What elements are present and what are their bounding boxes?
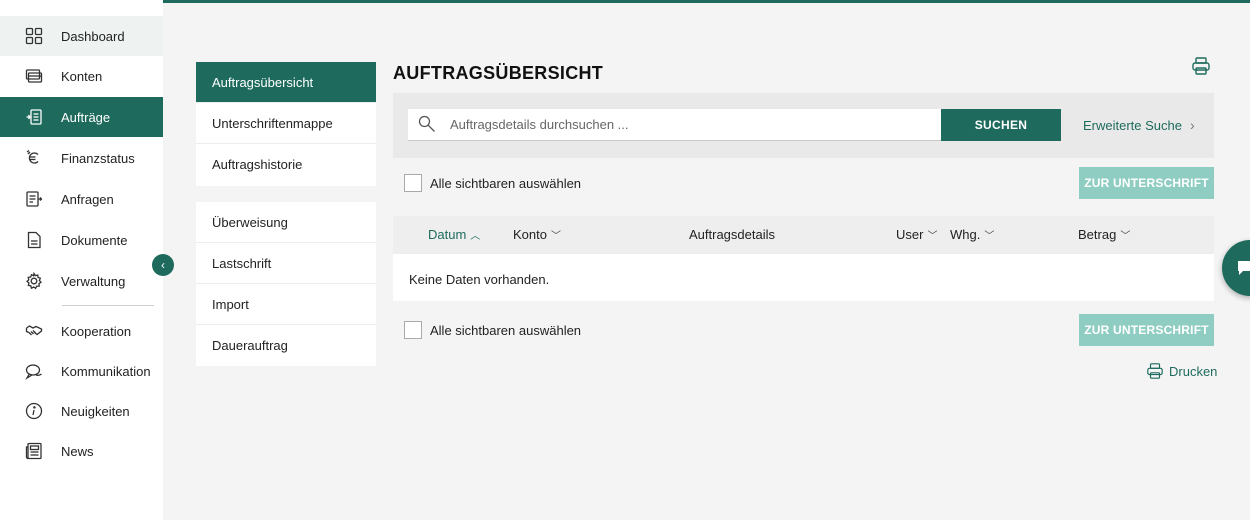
sidebar-item-anfragen[interactable]: Anfragen (0, 179, 163, 219)
column-label: Betrag (1078, 227, 1117, 242)
euro-icon (24, 148, 44, 168)
column-header-konto[interactable]: Konto ﹀ (513, 227, 561, 242)
newspaper-icon (24, 441, 44, 461)
table-header: Datum ︿ Konto ﹀ Auftragsdetails User ﹀ W… (393, 216, 1214, 254)
sidebar-item-dashboard[interactable]: Dashboard (0, 16, 163, 56)
column-label: Whg. (950, 227, 981, 242)
sidebar-item-label: Dokumente (61, 232, 128, 248)
chat-icon (1238, 261, 1250, 275)
chat-button[interactable] (1222, 240, 1250, 296)
sidebar-item-label: Anfragen (61, 191, 114, 207)
chevron-right-icon: › (1190, 117, 1195, 133)
print-label: Drucken (1169, 363, 1218, 379)
cards-icon (24, 66, 44, 86)
sidebar-item-auftraege[interactable]: Aufträge (0, 97, 163, 137)
select-all-label: Alle sichtbaren auswählen (430, 322, 582, 338)
column-label: Konto (513, 227, 547, 242)
subnav-item-ueberweisung[interactable]: Überweisung (196, 202, 376, 243)
select-all-checkbox[interactable] (404, 174, 422, 192)
sidebar-item-label: Neuigkeiten (61, 403, 130, 419)
subnav-item-auftragsuebersicht[interactable]: Auftragsübersicht (196, 62, 376, 103)
column-header-whg[interactable]: Whg. ﹀ (950, 227, 994, 242)
sidebar-item-label: Kooperation (61, 323, 132, 339)
subnav-item-dauerauftrag[interactable]: Dauerauftrag (196, 325, 376, 366)
chevron-down-icon: ﹀ (927, 231, 938, 242)
search-box (408, 109, 941, 141)
column-header-betrag[interactable]: Betrag ﹀ (1078, 227, 1130, 242)
search-input[interactable] (450, 117, 941, 132)
column-label: Auftragsdetails (689, 227, 775, 242)
page-title: AUFTRAGSÜBERSICHT (393, 63, 604, 83)
chevron-down-icon: ﹀ (550, 231, 561, 242)
select-all-top[interactable]: Alle sichtbaren auswählen (404, 174, 581, 192)
select-all-checkbox[interactable] (404, 321, 422, 339)
orders-icon (24, 107, 44, 127)
sidebar-item-konten[interactable]: Konten (0, 56, 163, 96)
document-icon (24, 230, 44, 250)
chat-bubbles-icon (24, 361, 44, 381)
to-signature-button[interactable]: ZUR UNTERSCHRIFT (1079, 167, 1214, 199)
print-link[interactable]: Drucken (1146, 362, 1217, 380)
subnav-item-unterschriftenmappe[interactable]: Unterschriftenmappe (196, 103, 376, 144)
subnav-overview-group: Auftragsübersicht Unterschriftenmappe Au… (196, 62, 376, 186)
advanced-search-link[interactable]: Erweiterte Suche › (1083, 117, 1195, 133)
chevron-down-icon: ﹀ (984, 231, 995, 242)
sidebar-item-finanzstatus[interactable]: Finanzstatus (0, 138, 163, 178)
column-label: Datum (428, 227, 467, 242)
chevron-left-icon: ‹ (161, 258, 165, 272)
search-button[interactable]: SUCHEN (941, 109, 1061, 141)
to-signature-button[interactable]: ZUR UNTERSCHRIFT (1079, 314, 1214, 346)
column-label: User (896, 227, 924, 242)
sidebar-item-label: Kommunikation (61, 363, 151, 379)
select-all-label: Alle sichtbaren auswählen (430, 175, 582, 191)
gear-icon (24, 271, 44, 291)
empty-state-text: Keine Daten vorhanden. (409, 272, 550, 287)
top-accent-line (163, 0, 1250, 3)
column-header-user[interactable]: User ﹀ (896, 227, 937, 242)
grid-icon (24, 26, 44, 46)
search-panel: SUCHEN Erweiterte Suche › (393, 93, 1214, 158)
sidebar-item-neuigkeiten[interactable]: Neuigkeiten (0, 391, 163, 431)
advanced-search-label: Erweiterte Suche (1083, 117, 1182, 133)
printer-icon (1147, 363, 1163, 379)
sidebar-item-label: News (61, 443, 94, 459)
sidebar-item-kommunikation[interactable]: Kommunikation (0, 351, 163, 391)
handshake-icon (24, 321, 44, 341)
sidebar-item-label: Aufträge (61, 109, 111, 125)
request-icon (24, 189, 44, 209)
printer-icon[interactable] (1191, 56, 1211, 76)
sidebar-item-dokumente[interactable]: Dokumente (0, 220, 163, 260)
subnav-create-group: Überweisung Lastschrift Import Dauerauft… (196, 202, 376, 366)
subnav-item-lastschrift[interactable]: Lastschrift (196, 243, 376, 284)
select-all-bottom[interactable]: Alle sichtbaren auswählen (404, 321, 581, 339)
chevron-down-icon: ﹀ (1120, 231, 1131, 242)
sidebar-item-news[interactable]: News (0, 431, 163, 471)
main-sidebar: Dashboard Konten Aufträge Finanzstatus A… (0, 0, 163, 520)
column-header-datum[interactable]: Datum ︿ (428, 227, 480, 242)
sidebar-item-label: Verwaltung (61, 273, 126, 289)
sidebar-divider (62, 305, 154, 306)
orders-table: Datum ︿ Konto ﹀ Auftragsdetails User ﹀ W… (393, 216, 1214, 301)
sidebar-item-label: Dashboard (61, 28, 125, 44)
column-header-auftragsdetails: Auftragsdetails (689, 227, 775, 242)
sidebar-item-verwaltung[interactable]: Verwaltung (0, 261, 163, 301)
sidebar-collapse-button[interactable]: ‹ (152, 254, 174, 276)
chevron-up-icon: ︿ (470, 231, 481, 242)
sidebar-item-kooperation[interactable]: Kooperation (0, 311, 163, 351)
info-icon (24, 401, 44, 421)
search-icon (418, 115, 438, 135)
subnav-item-auftragshistorie[interactable]: Auftragshistorie (196, 144, 376, 185)
subnav-item-import[interactable]: Import (196, 284, 376, 325)
sidebar-item-label: Finanzstatus (61, 150, 135, 166)
sidebar-item-label: Konten (61, 68, 103, 84)
